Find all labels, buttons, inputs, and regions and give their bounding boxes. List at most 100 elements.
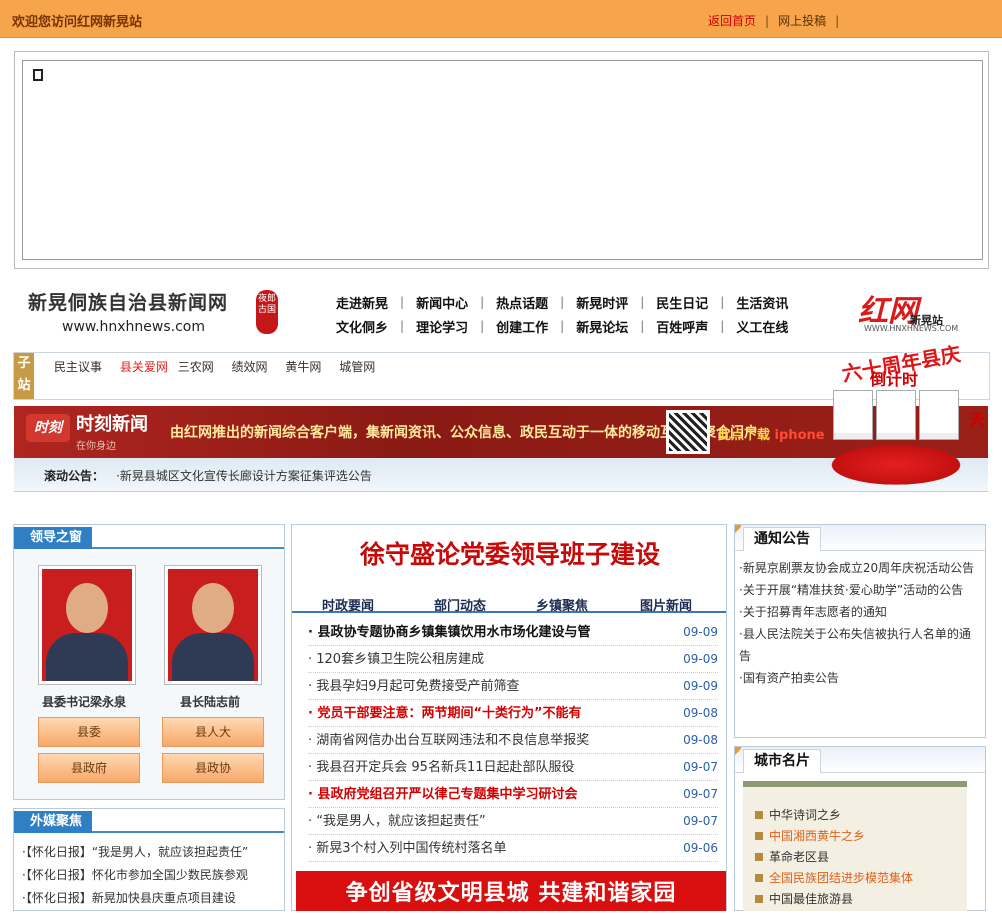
substation-link[interactable]: 绩效网	[232, 360, 268, 374]
list-item[interactable]: ·国有资产拍卖公告	[739, 667, 979, 689]
news-item[interactable]: · “我是男人，就应该担起责任” 09-07	[308, 808, 718, 835]
city-item[interactable]: 中国最佳旅游县	[755, 889, 913, 910]
substation-link[interactable]: 民主议事	[54, 360, 102, 374]
list-item[interactable]: ·关于招募青年志愿者的通知	[739, 601, 979, 623]
list-item[interactable]: ·县人民法院关于公布失信被执行人名单的通告	[739, 623, 979, 667]
nav-item[interactable]: 新闻中心	[416, 293, 468, 312]
digit-box	[876, 390, 916, 440]
news-item[interactable]: · 我县召开定兵会 95名新兵11日起赴部队服役 09-07	[308, 754, 718, 781]
news-tab[interactable]: 图片新闻	[640, 595, 692, 614]
news-tab[interactable]: 时政要闻	[322, 595, 374, 614]
ticker-text[interactable]: ·新晃县城区文化宣传长廊设计方案征集评选公告	[116, 467, 372, 484]
leader-name[interactable]: 县委书记梁永泉	[42, 693, 126, 710]
nav-row-1: 走进新晃 | 新闻中心 | 热点话题 | 新晃时评 | 民生日记 | 生活资讯	[336, 290, 806, 314]
leader-button[interactable]: 县政协	[162, 753, 264, 783]
nav-item[interactable]: 热点话题	[496, 293, 548, 312]
list-item[interactable]: ·关于开展“精准扶贫·爱心助学”活动的公告	[739, 579, 979, 601]
countdown-digits	[833, 390, 959, 440]
substation-tag: 子站	[14, 353, 34, 399]
news-item[interactable]: · 120套乡镇卫生院公租房建成 09-09	[308, 646, 718, 673]
bullet-icon	[755, 832, 763, 840]
news-item[interactable]: · 我县孕妇9月起可免费接受产前筛查 09-09	[308, 673, 718, 700]
logo-url: www.hnxhnews.com	[62, 319, 206, 335]
home-link[interactable]: 返回首页	[708, 14, 756, 28]
nav-item[interactable]: 走进新晃	[336, 293, 388, 312]
city-label: 中华诗词之乡	[769, 808, 842, 822]
leader-name[interactable]: 县长陆志前	[180, 693, 240, 710]
news-tabs: 时政要闻 部门动态 乡镇聚焦 图片新闻	[292, 593, 726, 614]
city-item[interactable]: 中华诗词之乡	[755, 805, 913, 826]
city-label: 全国民族团结进步模范集体	[769, 871, 914, 885]
countdown-widget: 六十周年县庆 倒计时 天	[815, 336, 987, 496]
substation-link[interactable]: 黄牛网	[285, 360, 321, 374]
city-item[interactable]: 革命老区县	[755, 847, 913, 868]
nav-item[interactable]: 百姓呼声	[656, 317, 708, 336]
leader-button[interactable]: 县委	[38, 717, 140, 747]
leader-photo[interactable]	[38, 565, 136, 685]
leader-photo[interactable]	[164, 565, 262, 685]
bullet-icon	[755, 853, 763, 861]
ticker-label: 滚动公告：	[44, 469, 105, 483]
app-logo: 时刻	[26, 414, 70, 442]
panel-header: 外媒聚焦	[14, 809, 284, 833]
nav-item[interactable]: 民生日记	[656, 293, 708, 312]
news-item[interactable]: · 新晃3个村入列中国传统村落名单 09-06	[308, 835, 718, 862]
city-panel: 城市名片 中华诗词之乡中国湘西黄牛之乡 革命老区县全国民族团结进步模范集体 中国最佳…	[734, 746, 986, 911]
app-slogan: 在你身边	[76, 441, 116, 452]
panel-title: 外媒聚焦	[14, 811, 93, 833]
news-item[interactable]: · 县政协专题协商乡镇集镇饮用水市场化建设与管 09-09	[308, 619, 718, 646]
qr-code-icon	[666, 410, 710, 454]
nav-item[interactable]: 义工在线	[736, 317, 788, 336]
panel-header: 城市名片	[735, 747, 985, 773]
city-item[interactable]: 中国湘西黄牛之乡	[755, 826, 913, 847]
nav-item[interactable]: 创建工作	[496, 317, 548, 336]
substation-link[interactable]: 县关爱网	[120, 360, 168, 374]
brand-logo[interactable]: 红网 新晃站 WWW.HNXHNEWS.COM	[858, 286, 968, 333]
news-tab[interactable]: 部门动态	[434, 595, 486, 614]
city-label: 中国最佳旅游县	[769, 892, 854, 906]
nav-item[interactable]: 文化侗乡	[336, 317, 388, 336]
news-date: 09-07	[683, 760, 718, 774]
top-bar: 欢迎您访问红网新晃站 返回首页 | 网上投稿 |	[0, 0, 1002, 38]
nav-row-2: 文化侗乡 | 理论学习 | 创建工作 | 新晃论坛 | 百姓呼声 | 义工在线	[336, 314, 806, 338]
leader-button[interactable]: 县人大	[162, 717, 264, 747]
headline[interactable]: 徐守盛论党委领导班子建设	[292, 535, 728, 571]
nav-item[interactable]: 生活资讯	[736, 293, 788, 312]
news-title: · 党员干部要注意：两节期间“十类行为”不能有	[308, 706, 582, 721]
news-title: · 新晃3个村入列中国传统村落名单	[308, 841, 507, 856]
submit-link[interactable]: 网上投稿	[778, 14, 826, 28]
news-date: 09-07	[683, 787, 718, 801]
substation-link[interactable]: 城管网	[339, 360, 375, 374]
list-item[interactable]: ·【怀化日报】新晃加快县庆重点项目建设	[22, 887, 248, 910]
news-date: 09-08	[683, 733, 718, 747]
news-item[interactable]: · 湖南省网信办出台互联网违法和不良信息举报奖 09-08	[308, 727, 718, 754]
nav-item[interactable]: 新晃论坛	[576, 317, 628, 336]
panel-header: 领导之窗	[14, 525, 284, 549]
nav-item[interactable]: 新晃时评	[576, 293, 628, 312]
site-logo[interactable]: 新晃侗族自治县新闻网 www.hnxhnews.com 夜郎古国	[28, 288, 278, 338]
media-list: ·【怀化日报】“我是男人，就应该担起责任” ·【怀化日报】怀化市参加全国少数民族…	[22, 841, 248, 910]
news-item[interactable]: · 党员干部要注意：两节期间“十类行为”不能有 09-08	[308, 700, 718, 727]
countdown-unit: 天	[969, 410, 986, 429]
news-item[interactable]: · 县政府党组召开严以律己专题集中学习研讨会 09-07	[308, 781, 718, 808]
bullet-icon	[755, 874, 763, 882]
ad-frame	[22, 60, 983, 260]
list-item[interactable]: ·【怀化日报】怀化市参加全国少数民族参观	[22, 864, 248, 887]
list-item[interactable]: ·新晃京剧票友协会成立20周年庆祝活动公告	[739, 557, 979, 579]
media-panel: 外媒聚焦 ·【怀化日报】“我是男人，就应该担起责任” ·【怀化日报】怀化市参加全…	[13, 808, 285, 911]
city-item[interactable]: 全国民族团结进步模范集体	[755, 868, 913, 889]
notice-list: ·新晃京剧票友协会成立20周年庆祝活动公告 ·关于开展“精准扶贫·爱心助学”活动…	[739, 557, 979, 689]
list-item[interactable]: ·【怀化日报】“我是男人，就应该担起责任”	[22, 841, 248, 864]
leader-button[interactable]: 县政府	[38, 753, 140, 783]
substation-link[interactable]: 三农网	[178, 360, 214, 374]
brand-url: WWW.HNXHNEWS.COM	[864, 324, 959, 333]
notice-panel: 通知公告 ·新晃京剧票友协会成立20周年庆祝活动公告 ·关于开展“精准扶贫·爱心…	[734, 524, 986, 738]
top-links: 返回首页 | 网上投稿 |	[708, 14, 840, 28]
news-title: · 我县孕妇9月起可免费接受产前筛查	[308, 679, 520, 694]
civic-banner[interactable]: 争创省级文明县城 共建和谐家园	[296, 871, 726, 911]
news-panel: 徐守盛论党委领导班子建设 时政要闻 部门动态 乡镇聚焦 图片新闻 · 县政协专题…	[291, 524, 727, 911]
nav-item[interactable]: 理论学习	[416, 317, 468, 336]
news-title: · 县政府党组召开严以律己专题集中学习研讨会	[308, 787, 578, 802]
news-tab[interactable]: 乡镇聚焦	[536, 595, 588, 614]
download-link[interactable]: 此点下载 iphone	[718, 424, 825, 443]
